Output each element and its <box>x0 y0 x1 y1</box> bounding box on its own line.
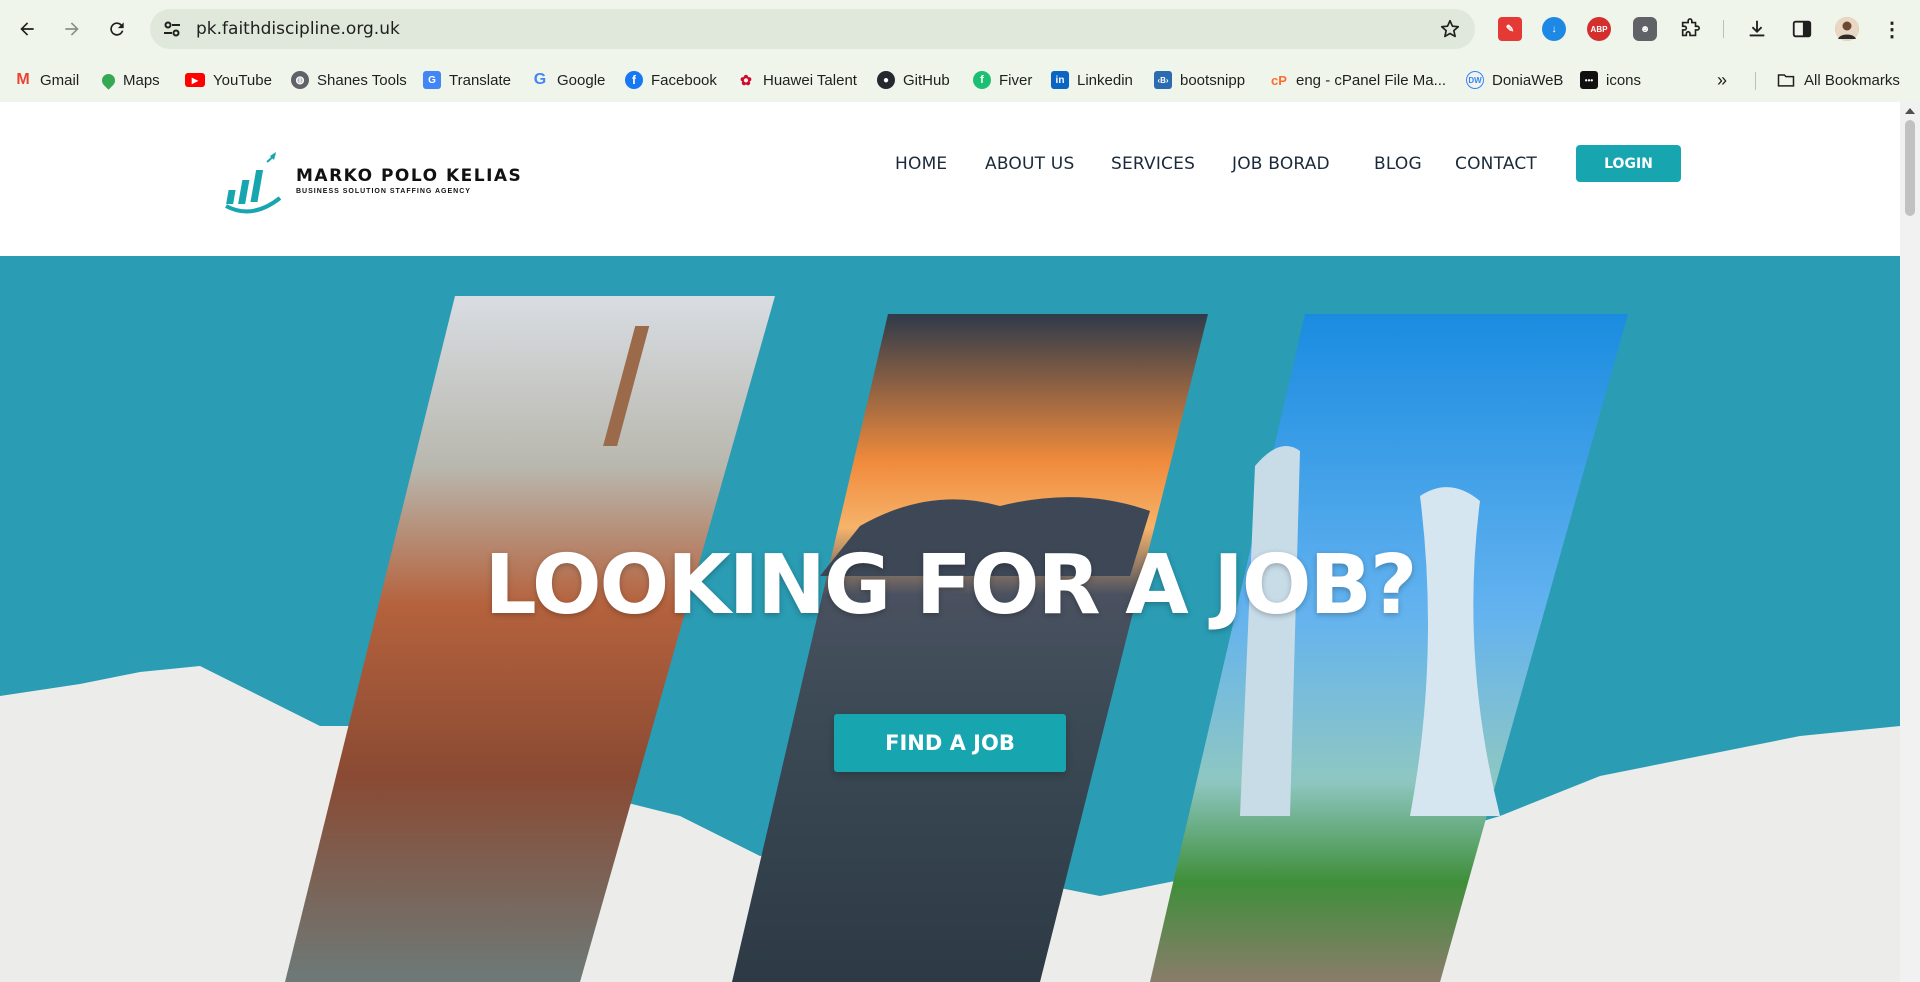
scroll-up-arrow-icon[interactable] <box>1905 108 1915 114</box>
nav-services[interactable]: SERVICES <box>1111 154 1195 174</box>
scrollbar-thumb[interactable] <box>1905 120 1915 216</box>
more-bookmarks-chevron-icon[interactable]: » <box>1717 66 1727 94</box>
login-button[interactable]: LOGIN <box>1576 145 1681 182</box>
browser-toolbar: pk.faithdiscipline.org.uk ✎ ↓ ABP ☻ ⋮ <box>0 0 1920 58</box>
linkedin-icon: in <box>1051 71 1069 89</box>
nav-home[interactable]: HOME <box>895 154 947 174</box>
facebook-icon: f <box>625 71 643 89</box>
downloads-icon[interactable] <box>1745 17 1769 41</box>
bookmark-linkedin[interactable]: in Linkedin <box>1051 66 1133 94</box>
bookmark-label: Translate <box>449 71 511 89</box>
bookmark-huawei-talent[interactable]: ✿ Huawei Talent <box>737 66 857 94</box>
hero-section: LOOKING FOR A JOB? FIND A JOB <box>0 256 1900 982</box>
google-icon: G <box>533 71 547 88</box>
nav-job-board[interactable]: JOB BORAD <box>1232 154 1330 174</box>
browser-menu-icon[interactable]: ⋮ <box>1880 17 1904 41</box>
download-extension-icon[interactable]: ↓ <box>1542 17 1566 41</box>
cpanel-icon: cP <box>1271 72 1287 88</box>
bookmark-translate[interactable]: G Translate <box>423 66 511 94</box>
reload-icon <box>110 22 124 36</box>
extension-red-icon[interactable]: ✎ <box>1498 17 1522 41</box>
bookmark-doniaweb[interactable]: DW DoniaWeB <box>1466 66 1563 94</box>
profile-avatar[interactable] <box>1835 17 1859 41</box>
side-panel-icon[interactable] <box>1790 17 1814 41</box>
bookmark-label: icons <box>1606 71 1642 89</box>
bookmark-bootsnipp[interactable]: ‹B› bootsnipp <box>1154 66 1245 94</box>
bookmark-youtube[interactable]: ▶ YouTube <box>185 66 272 94</box>
back-button[interactable] <box>9 11 45 47</box>
icons-icon: ••• <box>1580 71 1598 89</box>
logo-title: MARKO POLO KELIAS <box>296 166 523 186</box>
arrow-right-icon <box>65 22 79 36</box>
github-icon: ● <box>877 71 895 89</box>
extensions-puzzle-icon[interactable] <box>1678 17 1702 41</box>
bookmark-cpanel[interactable]: cP eng - cPanel File Ma... <box>1270 66 1446 94</box>
bookmark-label: DoniaWeB <box>1492 71 1564 89</box>
address-bar[interactable]: pk.faithdiscipline.org.uk <box>150 9 1475 49</box>
bookmark-label: Google <box>557 71 606 89</box>
arrow-left-icon <box>20 22 34 36</box>
url-text[interactable]: pk.faithdiscipline.org.uk <box>196 19 400 39</box>
sunset-photo-panel-2 <box>732 314 1208 982</box>
page-scrollbar[interactable] <box>1900 102 1920 982</box>
bookmark-star-icon[interactable] <box>1439 18 1461 40</box>
all-bookmarks-button[interactable]: All Bookmarks <box>1776 66 1900 94</box>
bookmark-facebook[interactable]: f Facebook <box>625 66 717 94</box>
globe-icon: ◍ <box>291 71 309 89</box>
adblock-plus-icon[interactable]: ABP <box>1587 17 1611 41</box>
nav-blog[interactable]: BLOG <box>1374 154 1422 174</box>
site-settings-icon[interactable] <box>160 17 184 41</box>
reload-button[interactable] <box>99 11 135 47</box>
bootsnipp-icon: ‹B› <box>1154 71 1172 89</box>
bookmark-icons[interactable]: ••• icons <box>1580 66 1641 94</box>
toolbar-divider <box>1723 20 1724 38</box>
youtube-icon: ▶ <box>185 73 205 87</box>
gmail-icon: M <box>16 71 30 88</box>
bookmark-label: Facebook <box>651 71 717 89</box>
hero-title: LOOKING FOR A JOB? <box>484 538 1418 633</box>
bookmark-label: Maps <box>123 71 160 89</box>
bookmark-label: YouTube <box>213 71 272 89</box>
logo-subtitle: BUSINESS SOLUTION STAFFING AGENCY <box>296 188 471 195</box>
bookmark-label: bootsnipp <box>1180 71 1246 89</box>
bookmark-label: Fiver <box>999 71 1033 89</box>
fiverr-icon: f <box>973 71 991 89</box>
find-a-job-button[interactable]: FIND A JOB <box>834 714 1066 772</box>
bookmark-gmail[interactable]: M Gmail <box>14 66 79 94</box>
web-page: MARKO POLO KELIAS BUSINESS SOLUTION STAF… <box>0 102 1900 982</box>
folder-icon <box>1777 74 1795 87</box>
bookmark-fiver[interactable]: f Fiver <box>973 66 1032 94</box>
bookmark-label: Shanes Tools <box>317 71 407 89</box>
bookmark-label: GitHub <box>903 71 950 89</box>
huawei-icon: ✿ <box>740 71 752 88</box>
bookmarks-divider <box>1755 72 1756 90</box>
doniaweb-icon: DW <box>1466 71 1484 89</box>
nav-contact[interactable]: CONTACT <box>1455 154 1537 174</box>
forward-button[interactable] <box>54 11 90 47</box>
bookmarks-bar: M Gmail Maps ▶ YouTube ◍ Shanes Tools G Tran… <box>0 58 1920 102</box>
bookmark-label: eng - cPanel File Ma... <box>1296 71 1447 89</box>
all-bookmarks-label: All Bookmarks <box>1804 71 1900 89</box>
nav-about-us[interactable]: ABOUT US <box>985 154 1074 174</box>
translate-icon: G <box>423 71 441 89</box>
bookmark-label: Linkedin <box>1077 71 1133 89</box>
robot-extension-icon[interactable]: ☻ <box>1633 17 1657 41</box>
bookmark-maps[interactable]: Maps <box>99 66 160 94</box>
bookmark-github[interactable]: ● GitHub <box>877 66 950 94</box>
bookmark-google[interactable]: G Google <box>531 66 606 94</box>
maps-icon <box>99 70 118 90</box>
bookmark-shanes-tools[interactable]: ◍ Shanes Tools <box>291 66 407 94</box>
site-header: MARKO POLO KELIAS BUSINESS SOLUTION STAF… <box>0 102 1900 256</box>
bookmark-label: Huawei Talent <box>763 71 857 89</box>
bookmark-label: Gmail <box>40 71 80 89</box>
